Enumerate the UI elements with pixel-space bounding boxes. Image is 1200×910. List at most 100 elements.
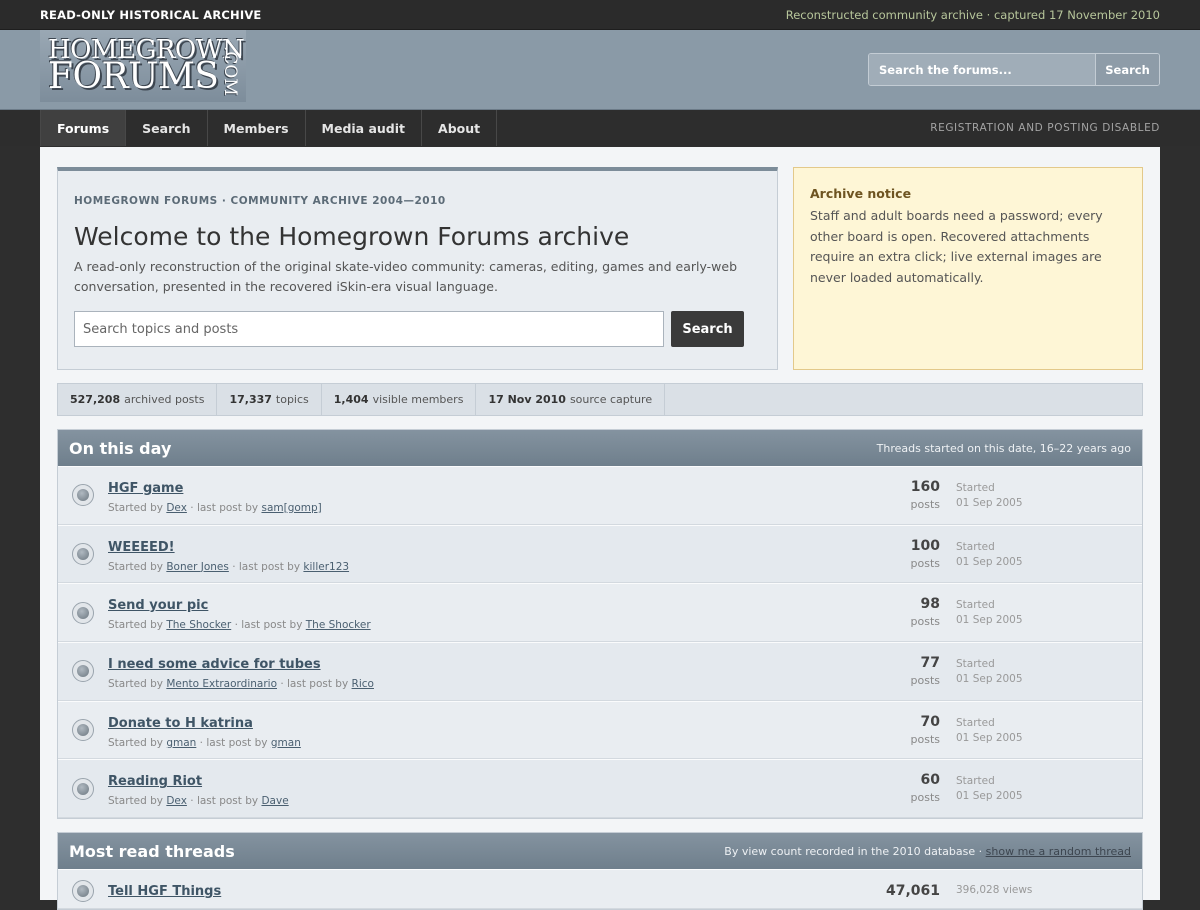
on-this-day-section: On this day Threads started on this date…	[57, 429, 1143, 820]
main-nav: Forums Search Members Media audit About …	[0, 110, 1200, 146]
archive-notice-body: Staff and adult boards need a password; …	[810, 208, 1103, 285]
section-title: Most read threads	[69, 841, 235, 861]
last-post-label: · last post by	[280, 677, 349, 690]
archive-label: READ-ONLY HISTORICAL ARCHIVE	[40, 7, 262, 22]
post-count: 77 posts	[911, 655, 941, 687]
header-search-button[interactable]: Search	[1095, 54, 1159, 85]
table-row: Donate to H katrina Started by gman · las…	[58, 700, 1142, 760]
thread-bullet-icon	[72, 543, 94, 566]
site-logo[interactable]: HOMEGROWN FORUMS .COM	[40, 30, 246, 102]
content-area: HOMEGROWN FORUMS · COMMUNITY ARCHIVE 200…	[40, 147, 1160, 910]
post-count-value: 70	[920, 713, 940, 730]
stat-capture: 17 Nov 2010 source capture	[476, 384, 666, 415]
started-label: Started	[956, 716, 995, 729]
header-search: Search	[868, 53, 1160, 86]
thread-title-link[interactable]: Reading Riot	[108, 774, 202, 789]
post-count-value: 100	[910, 537, 940, 554]
section-subtitle: Threads started on this date, 16–22 year…	[876, 441, 1131, 455]
started-label: Started	[956, 775, 995, 788]
section-title: On this day	[69, 438, 172, 458]
nav-tab-media-audit[interactable]: Media audit	[306, 110, 423, 146]
thread-bullet-icon	[72, 777, 94, 800]
started-by-label: Started by	[108, 501, 163, 514]
started-date: Started 01 Sep 2005	[956, 540, 1023, 570]
table-row: WEEEED! Started by Boner Jones · last pos…	[58, 524, 1142, 584]
nav-tab-search[interactable]: Search	[126, 110, 208, 146]
archive-notice-title: Archive notice	[810, 186, 912, 201]
thread-title-link[interactable]: Donate to H katrina	[108, 716, 253, 731]
table-row: Reading Riot Started by Dex · last post b…	[58, 759, 1142, 819]
started-label: Started	[956, 482, 995, 494]
thread-list: HGF game Started by Dex · last post by sa…	[58, 466, 1142, 819]
header-search-input[interactable]	[869, 54, 1095, 85]
stat-posts: 527,208 archived posts	[58, 384, 218, 415]
post-count-value: 160	[910, 479, 940, 495]
thread-bullet-icon	[72, 660, 94, 683]
nav-tab-forums[interactable]: Forums	[40, 110, 127, 146]
started-date-value: 01 Sep 2005	[956, 614, 1023, 627]
stats-bar: 527,208 archived posts 17,337 topics 1,404…	[57, 383, 1143, 416]
post-count: 60 posts	[911, 772, 941, 804]
views-label: 396,028 views	[956, 884, 1033, 897]
welcome-panel: HOMEGROWN FORUMS · COMMUNITY ARCHIVE 200…	[57, 167, 778, 370]
last-poster-link[interactable]: Dave	[261, 795, 288, 807]
post-count-unit: posts	[910, 556, 941, 570]
topic-search-input[interactable]	[74, 311, 664, 347]
registration-notice: REGISTRATION AND POSTING DISABLED	[930, 122, 1160, 134]
post-count-unit: posts	[910, 732, 941, 746]
thread-title-link[interactable]: Send your pic	[108, 598, 208, 613]
started-label: Started	[956, 658, 995, 671]
starter-link[interactable]: gman	[166, 737, 196, 749]
started-by-label: Started by	[108, 736, 163, 749]
started-date: Started 01 Sep 2005	[956, 598, 1023, 628]
post-count-unit: posts	[910, 498, 941, 511]
started-by-label: Started by	[108, 677, 163, 690]
started-by-label: Started by	[108, 795, 163, 808]
topic-search-button[interactable]: Search	[671, 311, 744, 347]
thread-list: Tell HGF Things 47,061 396,028 views	[58, 869, 1142, 910]
starter-link[interactable]: The Shocker	[166, 619, 231, 631]
thread-title-link[interactable]: Tell HGF Things	[108, 884, 221, 899]
last-poster-link[interactable]: The Shocker	[306, 619, 371, 631]
last-post-label: · last post by	[190, 795, 259, 808]
view-count: 47,061	[886, 883, 940, 899]
thread-title-link[interactable]: HGF game	[108, 481, 183, 496]
started-date: Started 01 Sep 2005	[956, 481, 1023, 511]
post-count: 160 posts	[911, 479, 941, 511]
last-post-label: · last post by	[190, 501, 259, 514]
post-count: 70 posts	[911, 714, 941, 746]
table-row: HGF game Started by Dex · last post by sa…	[58, 466, 1142, 525]
random-thread-link[interactable]: show me a random thread	[986, 845, 1131, 858]
thread-title-link[interactable]: I need some advice for tubes	[108, 657, 321, 672]
last-poster-link[interactable]: gman	[271, 737, 301, 749]
logo-suffix: .COM	[220, 46, 240, 96]
capture-info: Reconstructed community archive · captur…	[785, 7, 1160, 22]
starter-link[interactable]: Boner Jones	[166, 561, 229, 573]
started-date-value: 01 Sep 2005	[956, 790, 1023, 803]
started-label: Started	[956, 599, 995, 612]
section-header: Most read threads By view count recorded…	[58, 833, 1142, 870]
nav-tab-about[interactable]: About	[422, 110, 498, 146]
post-count: 98 posts	[911, 596, 941, 628]
starter-link[interactable]: Mento Extraordinario	[166, 678, 277, 690]
starter-link[interactable]: Dex	[166, 502, 187, 514]
started-date: Started 01 Sep 2005	[956, 657, 1023, 687]
last-poster-link[interactable]: sam[gomp]	[261, 502, 321, 514]
section-subtitle: By view count recorded in the 2010 datab…	[724, 844, 1131, 858]
started-date: Started 01 Sep 2005	[956, 716, 1023, 746]
started-label: Started	[956, 540, 995, 553]
thread-bullet-icon	[72, 719, 94, 742]
last-post-label: · last post by	[199, 736, 268, 749]
most-read-section: Most read threads By view count recorded…	[57, 832, 1143, 910]
archive-notice: Archive notice Staff and adult boards ne…	[793, 167, 1143, 370]
last-poster-link[interactable]: Rico	[352, 678, 374, 690]
thread-bullet-icon	[72, 601, 94, 624]
table-row: Send your pic Started by The Shocker · la…	[58, 583, 1142, 643]
welcome-eyebrow: HOMEGROWN FORUMS · COMMUNITY ARCHIVE 200…	[74, 195, 446, 207]
stat-topics: 17,337 topics	[217, 384, 322, 415]
nav-tab-members[interactable]: Members	[208, 110, 306, 146]
last-poster-link[interactable]: killer123	[303, 561, 349, 573]
started-date: Started 01 Sep 2005	[956, 774, 1023, 804]
thread-title-link[interactable]: WEEEED!	[108, 540, 175, 555]
starter-link[interactable]: Dex	[166, 795, 187, 807]
